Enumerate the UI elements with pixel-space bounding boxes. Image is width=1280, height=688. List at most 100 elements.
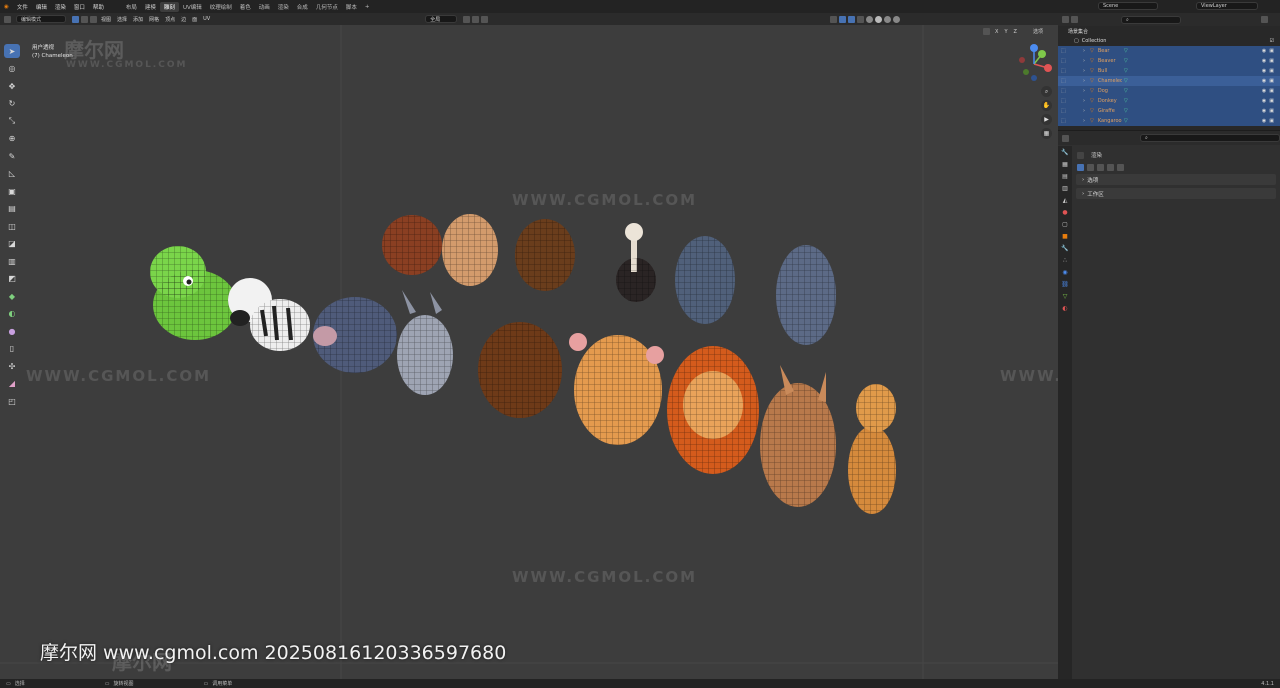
lion-model[interactable] (667, 346, 759, 474)
outliner-object-row[interactable]: ⬚ › ▽ Kangaroo ▽ ◉ ▣ (1058, 116, 1280, 126)
select-indicator-icon[interactable]: ⬚ (1061, 58, 1069, 64)
modifier-tab-icon[interactable]: 🔧 (1060, 244, 1070, 254)
chameleon-model[interactable] (150, 246, 237, 340)
status-select-label: 选择 (14, 681, 25, 687)
object-name: Donkey (1097, 98, 1117, 104)
bull-model[interactable] (382, 215, 442, 275)
visibility-eye-icon[interactable]: ◉ (1262, 78, 1266, 84)
collection-tab-icon[interactable]: ▢ (1060, 220, 1070, 230)
option-toggle-icon[interactable] (1087, 164, 1094, 171)
scene-selector[interactable]: Scene (1098, 2, 1158, 10)
select-indicator-icon[interactable]: ⬚ (1061, 78, 1069, 84)
expand-chevron-icon[interactable]: › (1083, 108, 1085, 114)
outliner-object-row[interactable]: ⬚ › ▽ Bear ▽ ◉ ▣ (1058, 46, 1280, 56)
world-tab-icon[interactable]: ● (1060, 208, 1070, 218)
collection-label: Collection (1081, 38, 1107, 44)
dog-model[interactable] (442, 214, 498, 286)
tool-tab-icon[interactable]: 🔧 (1060, 148, 1070, 158)
render-camera-icon[interactable]: ▣ (1269, 68, 1274, 74)
constraints-tab-icon[interactable]: ⛓ (1060, 280, 1070, 290)
display-mode-icon[interactable] (1071, 16, 1078, 23)
render-tab-icon[interactable]: ▦ (1060, 160, 1070, 170)
select-indicator-icon[interactable]: ⬚ (1061, 68, 1069, 74)
render-camera-icon[interactable]: ▣ (1269, 58, 1274, 64)
view-layer-selector[interactable]: ViewLayer (1196, 2, 1258, 10)
properties-editor-icon[interactable] (1062, 134, 1069, 142)
scene-collection-row[interactable]: 场景集合 (1058, 26, 1280, 36)
collection-row[interactable]: ▢ Collection ☑ (1058, 36, 1280, 46)
outliner-object-row[interactable]: ⬚ › ▽ Beaver ▽ ◉ ▣ (1058, 56, 1280, 66)
object-tab-icon[interactable]: ■ (1060, 232, 1070, 242)
mesh-data-icon: ▽ (1123, 98, 1128, 104)
expand-chevron-icon[interactable]: › (1083, 88, 1085, 94)
select-indicator-icon[interactable]: ⬚ (1061, 48, 1069, 54)
watermark-url: WWW.CGMOL.COM (66, 60, 188, 70)
option-toggle-icon[interactable] (1107, 164, 1114, 171)
output-tab-icon[interactable]: ▤ (1060, 172, 1070, 182)
outliner-object-row[interactable]: ⬚ › ▽ Bull ▽ ◉ ▣ (1058, 66, 1280, 76)
mesh-data-icon: ▽ (1123, 68, 1128, 74)
visibility-eye-icon[interactable]: ◉ (1262, 108, 1266, 114)
visibility-eye-icon[interactable]: ◉ (1262, 48, 1266, 54)
render-camera-icon[interactable]: ▣ (1269, 98, 1274, 104)
visibility-eye-icon[interactable]: ◉ (1262, 68, 1266, 74)
outliner-search-input[interactable]: ⌕ (1121, 15, 1181, 24)
visibility-eye-icon[interactable]: ◉ (1262, 118, 1266, 124)
expand-chevron-icon[interactable]: › (1083, 48, 1085, 54)
outliner-object-row[interactable]: ⬚ › ▽ Donkey ▽ ◉ ▣ (1058, 96, 1280, 106)
scene-tab-icon[interactable]: ◭ (1060, 196, 1070, 206)
bear-small-model[interactable] (515, 219, 575, 291)
chevron-right-icon: › (1082, 176, 1085, 183)
outliner-editor-icon[interactable] (1062, 16, 1069, 23)
chevron-right-icon: › (1082, 190, 1085, 197)
donkey-model[interactable] (397, 290, 453, 395)
option-toggle-icon[interactable] (1077, 164, 1084, 171)
status-bar: ▭ 选择 ▭ 旋转视图 ▭ 调用菜单 4.1.1 (0, 679, 1280, 688)
expand-chevron-icon[interactable]: › (1083, 68, 1085, 74)
material-tab-icon[interactable]: ◐ (1060, 304, 1070, 314)
render-camera-icon[interactable]: ▣ (1269, 48, 1274, 54)
option-toggle-icon[interactable] (1097, 164, 1104, 171)
visibility-eye-icon[interactable]: ◉ (1262, 98, 1266, 104)
object-name: Bear (1097, 48, 1110, 54)
physics-tab-icon[interactable]: ◉ (1060, 268, 1070, 278)
select-indicator-icon[interactable]: ⬚ (1061, 118, 1069, 124)
render-camera-icon[interactable]: ▣ (1269, 118, 1274, 124)
render-camera-icon[interactable]: ▣ (1269, 88, 1274, 94)
data-tab-icon[interactable]: ▽ (1060, 292, 1070, 302)
giraffe-model[interactable] (848, 384, 896, 514)
properties-search-input[interactable]: ⌕ (1140, 134, 1280, 142)
expand-chevron-icon[interactable]: › (1083, 118, 1085, 124)
hamster-model[interactable] (569, 333, 664, 445)
render-camera-icon[interactable]: ▣ (1269, 78, 1274, 84)
visibility-eye-icon[interactable]: ◉ (1262, 88, 1266, 94)
select-indicator-icon[interactable]: ⬚ (1061, 88, 1069, 94)
filter-icon[interactable] (1261, 16, 1268, 23)
object-name: Dog (1097, 88, 1108, 94)
expand-chevron-icon[interactable]: › (1083, 98, 1085, 104)
option-toggle-icon[interactable] (1117, 164, 1124, 171)
watermark-url: WWW.CGMOL.COM (26, 367, 212, 385)
render-camera-icon[interactable]: ▣ (1269, 108, 1274, 114)
expand-chevron-icon[interactable]: › (1083, 58, 1085, 64)
select-indicator-icon[interactable]: ⬚ (1061, 108, 1069, 114)
watermark-url: WWW.CGMOL.COM (512, 568, 698, 586)
visibility-eye-icon[interactable]: ◉ (1262, 58, 1266, 64)
ostrich-model[interactable] (616, 223, 656, 302)
beaver-model[interactable] (313, 297, 397, 373)
outliner-object-row[interactable]: ⬚ › ▽ Dog ▽ ◉ ▣ (1058, 86, 1280, 96)
kangaroo-model[interactable] (760, 365, 836, 507)
checkbox-icon[interactable]: ☑ (1270, 38, 1274, 44)
particles-tab-icon[interactable]: ∴ (1060, 256, 1070, 266)
raccoon-model[interactable] (675, 236, 735, 324)
bear-model[interactable] (478, 322, 562, 418)
zebra-model[interactable] (228, 278, 310, 351)
outliner-object-row[interactable]: ⬚ › ▽Chameleon▽ ◉▣ (1058, 76, 1280, 86)
wolf-model[interactable] (776, 245, 836, 345)
panel-options[interactable]: › 选项 (1076, 174, 1276, 185)
select-indicator-icon[interactable]: ⬚ (1061, 98, 1069, 104)
outliner-object-row[interactable]: ⬚ › ▽ Giraffe ▽ ◉ ▣ (1058, 106, 1280, 116)
expand-chevron-icon[interactable]: › (1083, 78, 1085, 84)
panel-workspace[interactable]: › 工作区 (1076, 188, 1276, 199)
view-layer-tab-icon[interactable]: ▥ (1060, 184, 1070, 194)
